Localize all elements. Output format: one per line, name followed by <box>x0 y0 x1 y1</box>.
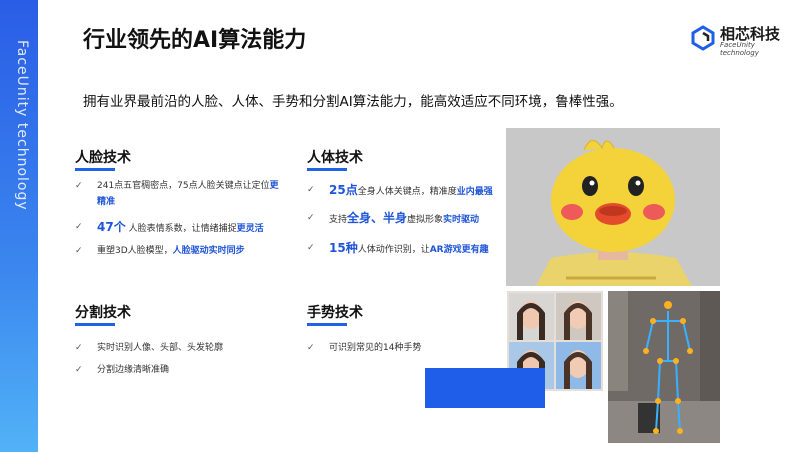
vertical-brand-text: FaceUnity technology <box>14 40 30 211</box>
item-highlight: 人脸驱动实时同步 <box>172 246 245 256</box>
face-photo <box>556 342 601 389</box>
list-item: ✓ 重塑3D人脸模型，人脸驱动实时同步 <box>75 240 285 262</box>
list-item: ✓ 实时识别人像、头部、头发轮廓 <box>75 337 285 359</box>
list-item: ✓ 可识别常见的14种手势 <box>307 337 507 359</box>
company-logo: 相芯科技 FaceUnity technology <box>690 23 790 57</box>
logo-subtitle: FaceUnity technology <box>720 41 759 57</box>
item-highlight-number: 47个 <box>97 220 126 234</box>
gesture-tech-underline <box>307 323 347 326</box>
body-tech-list: ✓ 25点全身人体关键点，精准度业内最强 ✓ 支持全身、半身虚拟形象实时驱动 ✓… <box>307 178 507 264</box>
item-text: 实时识别人像、头部、头发轮廓 <box>97 343 224 353</box>
check-icon: ✓ <box>307 185 315 195</box>
gesture-tech-title: 手势技术 <box>307 305 363 321</box>
slide-title: 行业领先的AI算法能力 <box>83 28 307 53</box>
item-text: 可识别常见的14种手势 <box>329 343 422 353</box>
duck-illustration <box>506 128 720 286</box>
item-text: 分割边缘清晰准确 <box>97 365 170 375</box>
list-item: ✓ 241点五官稠密点，75点人脸关键点让定位更精准 <box>75 178 285 210</box>
face-photo <box>509 293 554 340</box>
list-item: ✓ 47个 人脸表情系数，让情绪捕捉更灵活 <box>75 216 285 240</box>
check-icon: ✓ <box>75 343 83 353</box>
face-tech-title: 人脸技术 <box>75 150 131 166</box>
item-highlight: 更灵活 <box>236 224 264 234</box>
body-skeleton-illustration <box>608 291 720 443</box>
item-text: 重塑3D人脸模型， <box>97 246 173 256</box>
item-highlight: 实时驱动 <box>443 215 480 225</box>
accent-blue-block <box>425 368 545 408</box>
check-icon: ✓ <box>307 213 315 223</box>
check-icon: ✓ <box>75 246 83 256</box>
item-text: 241点五官稠密点，75点人脸关键点让定位 <box>97 181 270 191</box>
logo-icon <box>691 25 715 51</box>
item-text: 支持 <box>329 215 348 225</box>
body-tech-title: 人体技术 <box>307 150 363 166</box>
body-tech-underline <box>307 168 347 171</box>
item-highlight: 全身、半身 <box>347 211 408 225</box>
item-highlight: AR游戏更有趣 <box>429 245 489 255</box>
item-text: 人体动作识别，让 <box>357 245 430 255</box>
item-text: 虚拟形象 <box>407 215 444 225</box>
duck-avatar-image <box>506 128 720 286</box>
item-highlight: 业内最强 <box>456 187 493 197</box>
check-icon: ✓ <box>75 181 83 191</box>
item-highlight-number: 15种 <box>329 241 358 255</box>
check-icon: ✓ <box>75 222 83 232</box>
list-item: ✓ 25点全身人体关键点，精准度业内最强 <box>307 178 507 204</box>
body-keypoints-image <box>608 291 720 443</box>
face-tech-list: ✓ 241点五官稠密点，75点人脸关键点让定位更精准 ✓ 47个 人脸表情系数，… <box>75 178 285 262</box>
check-icon: ✓ <box>75 365 83 375</box>
slide-subtitle: 拥有业界最前沿的人脸、人体、手势和分割AI算法能力，能高效适应不同环境，鲁棒性强… <box>83 94 623 110</box>
segmentation-tech-underline <box>75 323 115 326</box>
item-text: 全身人体关键点，精准度 <box>357 187 457 197</box>
item-highlight-number: 25点 <box>329 183 358 197</box>
segmentation-tech-list: ✓ 实时识别人像、头部、头发轮廓 ✓ 分割边缘清晰准确 <box>75 337 285 381</box>
check-icon: ✓ <box>307 343 315 353</box>
list-item: ✓ 支持全身、半身虚拟形象实时驱动 <box>307 204 507 234</box>
segmentation-tech-title: 分割技术 <box>75 305 131 321</box>
list-item: ✓ 分割边缘清晰准确 <box>75 359 285 381</box>
slide: FaceUnity technology 行业领先的AI算法能力 相芯科技 Fa… <box>0 0 800 452</box>
face-tech-underline <box>75 168 115 171</box>
face-photo <box>556 293 601 340</box>
item-text: 人脸表情系数，让情绪捕捉 <box>128 224 237 234</box>
check-icon: ✓ <box>307 243 315 253</box>
gesture-tech-list: ✓ 可识别常见的14种手势 <box>307 337 507 359</box>
list-item: ✓ 15种人体动作识别，让AR游戏更有趣 <box>307 234 507 264</box>
